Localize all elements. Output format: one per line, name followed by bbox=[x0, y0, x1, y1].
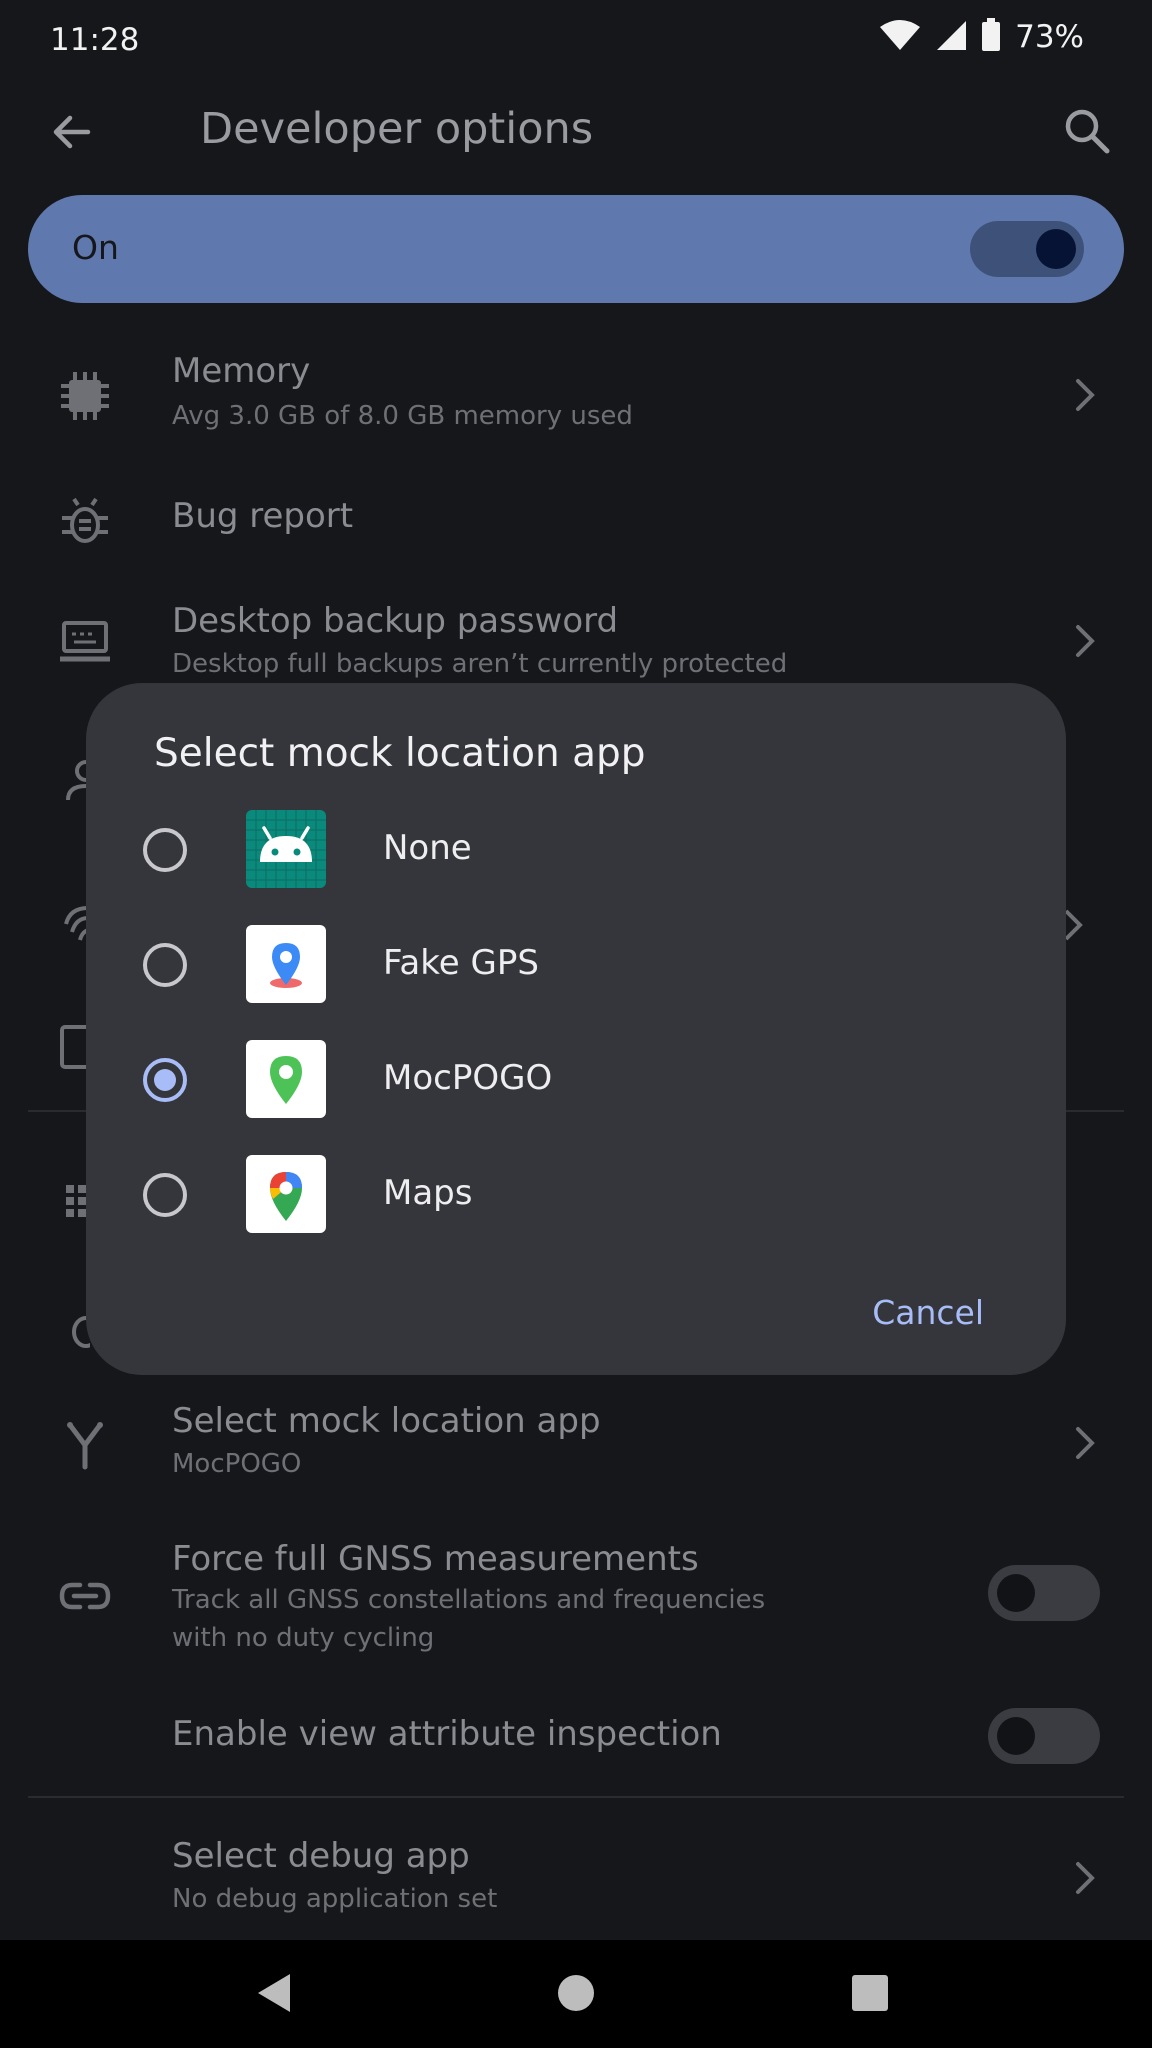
link-icon bbox=[58, 1579, 112, 1617]
setting-title: Enable view attribute inspection bbox=[172, 1714, 722, 1754]
battery-icon bbox=[981, 18, 1001, 56]
setting-title: Memory bbox=[172, 351, 311, 391]
mocpogo-icon bbox=[246, 1040, 326, 1118]
option-label: Maps bbox=[383, 1173, 473, 1213]
option-mocpogo[interactable]: MocPOGO bbox=[86, 1030, 1066, 1140]
setting-title: Force full GNSS measurements bbox=[172, 1539, 699, 1579]
nav-recents-icon[interactable] bbox=[850, 1970, 890, 2020]
main-switch-label: On bbox=[72, 228, 119, 267]
setting-title: Desktop backup password bbox=[172, 601, 619, 641]
wifi-icon bbox=[879, 19, 921, 55]
nav-home-icon[interactable] bbox=[556, 1970, 596, 2020]
gnss-toggle[interactable] bbox=[988, 1565, 1100, 1621]
setting-summary: MocPOGO bbox=[172, 1449, 302, 1479]
setting-bug-report[interactable]: Bug report bbox=[0, 480, 1152, 580]
setting-title: Select mock location app bbox=[172, 1401, 601, 1441]
chevron-right-icon bbox=[1068, 1858, 1100, 1902]
bug-icon bbox=[58, 494, 112, 552]
setting-select-mock-location-app[interactable]: Select mock location app MocPOGO bbox=[0, 1395, 1152, 1515]
chevron-right-icon bbox=[1064, 905, 1084, 949]
option-label: Fake GPS bbox=[383, 943, 539, 983]
main-switch-toggle[interactable] bbox=[970, 221, 1084, 277]
mock-location-icon bbox=[58, 1417, 112, 1475]
back-arrow-icon[interactable] bbox=[48, 108, 96, 160]
toggle-thumb bbox=[997, 1574, 1035, 1612]
option-label: MocPOGO bbox=[383, 1058, 553, 1098]
setting-title: Bug report bbox=[172, 496, 354, 536]
radio-button[interactable] bbox=[143, 828, 187, 872]
grid-icon bbox=[64, 1183, 88, 1223]
battery-percentage: 73% bbox=[1015, 19, 1084, 55]
setting-memory[interactable]: Memory Avg 3.0 GB of 8.0 GB memory used bbox=[0, 345, 1152, 465]
setting-title: Select debug app bbox=[172, 1836, 470, 1876]
laptop-icon bbox=[58, 619, 112, 669]
fake-gps-icon bbox=[246, 925, 326, 1003]
google-maps-icon bbox=[246, 1155, 326, 1233]
chevron-right-icon bbox=[1068, 1423, 1100, 1467]
cellular-signal-icon bbox=[935, 19, 967, 55]
chevron-right-icon bbox=[1068, 621, 1100, 665]
chevron-right-icon bbox=[1068, 375, 1100, 419]
setting-force-full-gnss[interactable]: Force full GNSS measurements Track all G… bbox=[0, 1533, 1152, 1668]
setting-summary: Avg 3.0 GB of 8.0 GB memory used bbox=[172, 401, 633, 431]
view-attribute-toggle[interactable] bbox=[988, 1708, 1100, 1764]
toggle-thumb bbox=[997, 1717, 1035, 1755]
android-icon bbox=[246, 810, 326, 888]
setting-enable-view-attribute-inspection[interactable]: Enable view attribute inspection bbox=[0, 1690, 1152, 1785]
developer-options-main-switch[interactable]: On bbox=[28, 195, 1124, 303]
cancel-button[interactable]: Cancel bbox=[872, 1293, 984, 1332]
top-app-bar: Developer options bbox=[0, 80, 1152, 185]
section-divider bbox=[28, 1796, 1124, 1798]
radio-button[interactable] bbox=[143, 1173, 187, 1217]
memory-chip-icon bbox=[58, 369, 112, 427]
setting-summary: Desktop full backups aren’t currently pr… bbox=[172, 649, 788, 679]
setting-summary: Track all GNSS constellations and freque… bbox=[172, 1585, 766, 1615]
search-icon[interactable] bbox=[1062, 106, 1112, 160]
page-title: Developer options bbox=[200, 104, 594, 154]
radio-button[interactable] bbox=[143, 943, 187, 987]
setting-select-debug-app[interactable]: Select debug app No debug application se… bbox=[0, 1828, 1152, 1938]
mock-location-dialog: Select mock location app None Fake GPS M… bbox=[86, 683, 1066, 1375]
radio-button-selected[interactable] bbox=[143, 1058, 187, 1102]
status-bar: 11:28 73% bbox=[0, 0, 1152, 80]
option-none[interactable]: None bbox=[86, 800, 1066, 910]
nav-back-icon[interactable] bbox=[254, 1970, 294, 2020]
option-maps[interactable]: Maps bbox=[86, 1145, 1066, 1255]
setting-summary: No debug application set bbox=[172, 1884, 498, 1914]
toggle-thumb bbox=[1036, 229, 1076, 269]
dialog-title: Select mock location app bbox=[154, 731, 646, 776]
setting-summary-line2: with no duty cycling bbox=[172, 1623, 435, 1653]
system-navigation-bar bbox=[0, 1940, 1152, 2048]
status-time: 11:28 bbox=[50, 22, 140, 58]
option-label: None bbox=[383, 828, 472, 868]
option-fake-gps[interactable]: Fake GPS bbox=[86, 915, 1066, 1025]
